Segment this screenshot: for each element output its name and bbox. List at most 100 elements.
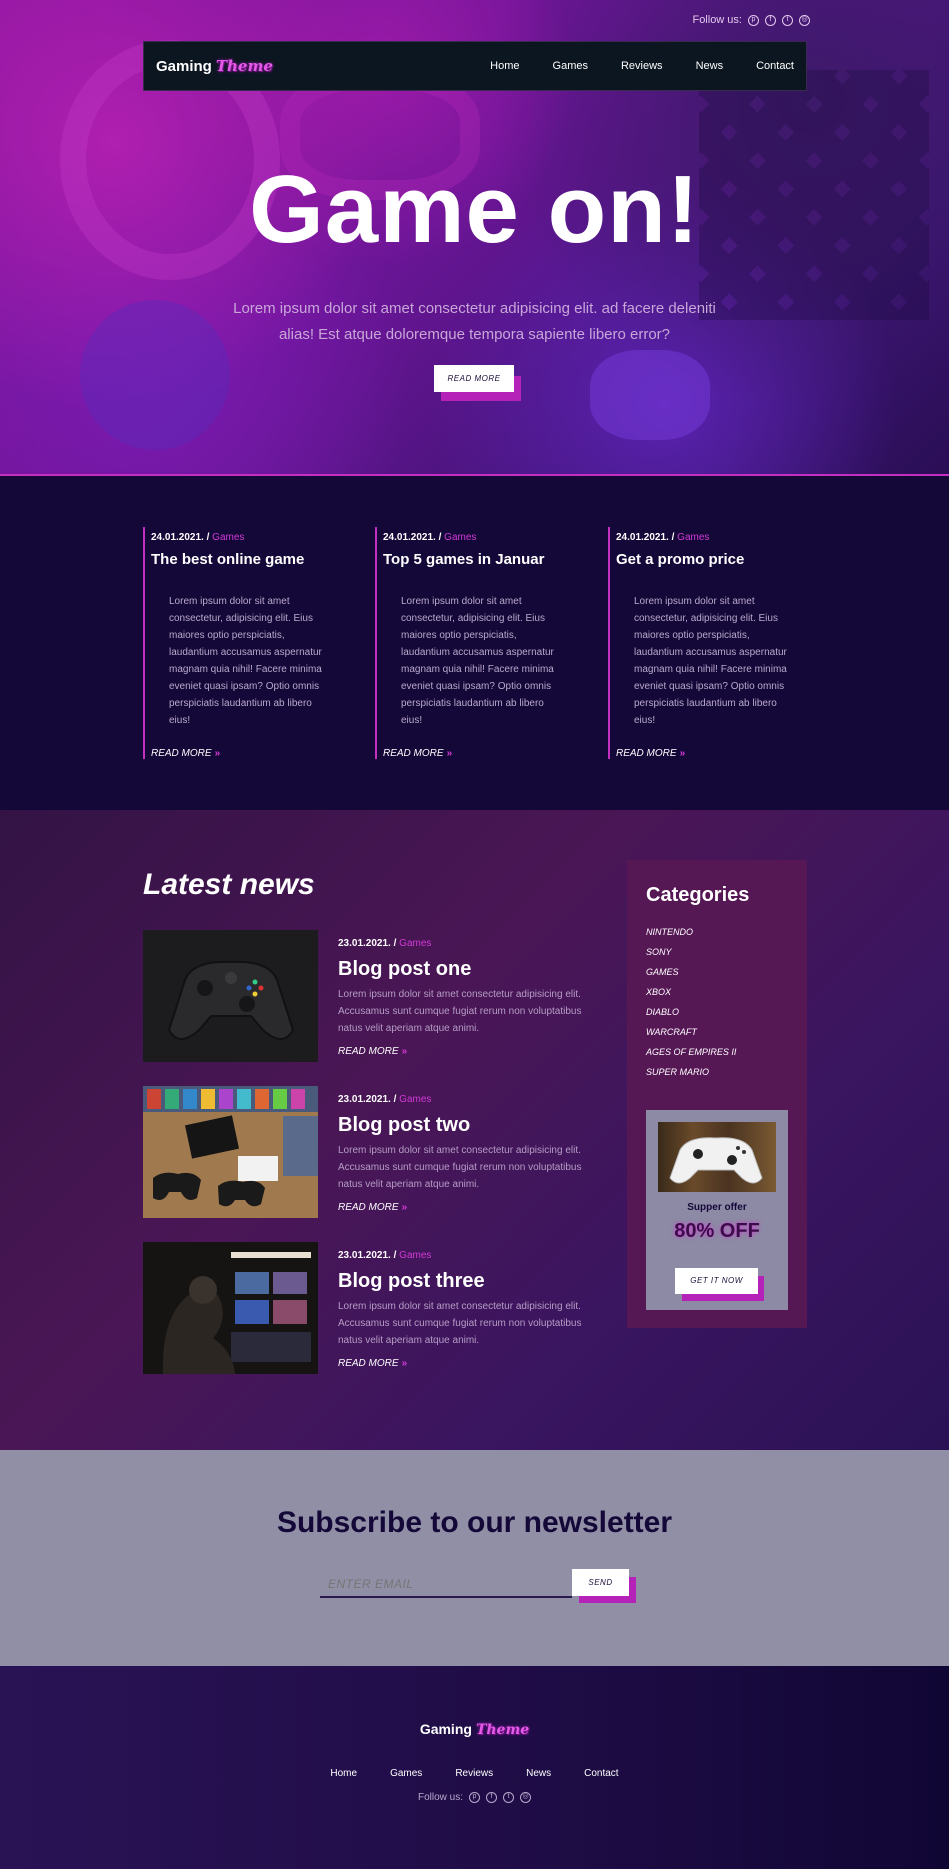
card-meta: 24.01.2021. / Games [151,532,333,543]
footer-logo[interactable]: Gaming Theme [0,1721,949,1738]
logo-word: Gaming [156,58,212,75]
feature-card: 24.01.2021. / Games Get a promo price Lo… [608,527,798,759]
post-category-link[interactable]: Games [399,938,431,949]
email-input[interactable] [320,1571,572,1598]
post-read-more-link[interactable]: READ MORE» [338,1202,407,1213]
categories-title: Categories [646,884,750,906]
send-button[interactable]: SEND [572,1569,629,1596]
footer-nav-games[interactable]: Games [390,1768,422,1779]
card-read-more-link[interactable]: READ MORE» [616,748,685,759]
hero-read-more-button[interactable]: READ MORE [434,365,514,392]
post-body: 23.01.2021. / Games Blog post one Lorem … [338,938,588,1037]
categories-list: NINTENDO SONY GAMES XBOX DIABLO WARCRAFT… [646,922,736,1082]
post-category-link[interactable]: Games [399,1094,431,1105]
feature-card: 24.01.2021. / Games Top 5 games in Janua… [375,527,565,759]
card-text: Lorem ipsum dolor sit amet consectetur, … [169,596,322,726]
footer-nav: Home Games Reviews News Contact [0,1768,949,1779]
read-more-label: READ MORE [338,1202,399,1213]
category-link[interactable]: DIABLO [646,1002,736,1022]
read-more-label: READ MORE [151,748,212,759]
facebook-icon[interactable]: f [486,1792,497,1803]
card-date: 24.01.2021. / [383,532,442,543]
vr-headset-decoration [590,350,710,440]
read-more-label: READ MORE [616,748,677,759]
post-title[interactable]: Blog post one [338,958,588,981]
nav-reviews[interactable]: Reviews [621,60,663,72]
footer-nav-home[interactable]: Home [330,1768,357,1779]
follow-label: Follow us: [692,14,742,26]
post-read-more-link[interactable]: READ MORE» [338,1358,407,1369]
twitter-icon[interactable]: t [503,1792,514,1803]
hero-title: Game on! [249,156,700,263]
post-excerpt: Lorem ipsum dolor sit amet consectetur a… [338,989,582,1034]
card-title: The best online game [151,551,305,568]
nav-home[interactable]: Home [490,60,519,72]
post-thumbnail-controller[interactable] [143,930,318,1062]
category-link[interactable]: GAMES [646,962,736,982]
card-title: Get a promo price [616,551,745,568]
footer-nav-contact[interactable]: Contact [584,1768,618,1779]
nav-games[interactable]: Games [553,60,588,72]
follow-label: Follow us: [417,1792,463,1803]
blog-post: 23.01.2021. / Games Blog post three Lore… [143,1242,583,1374]
gamepad-decoration [80,300,230,450]
blog-post: 23.01.2021. / Games Blog post one Lorem … [143,930,583,1062]
card-read-more-link[interactable]: READ MORE» [383,748,452,759]
category-link[interactable]: WARCRAFT [646,1022,736,1042]
post-read-more-link[interactable]: READ MORE» [338,1046,407,1057]
category-link[interactable]: XBOX [646,982,736,1002]
site-footer: Gaming Theme Home Games Reviews News Cont… [0,1666,949,1869]
chevrons-right-icon: » [679,748,686,759]
pinterest-icon[interactable]: p [469,1792,480,1803]
category-link[interactable]: SUPER MARIO [646,1062,736,1082]
post-meta: 23.01.2021. / Games [338,938,588,949]
logo-accent: Theme [475,1722,530,1738]
newsletter-section: Subscribe to our newsletter SEND [0,1450,949,1666]
latest-news-section: Latest news 23.01.2021. / Games Blog pos… [0,810,949,1450]
footer-nav-reviews[interactable]: Reviews [455,1768,493,1779]
main-navbar: Gaming Theme Home Games Reviews News Cont… [143,41,807,91]
nav-contact[interactable]: Contact [756,60,794,72]
dribbble-icon[interactable]: ◎ [520,1792,531,1803]
card-category-link[interactable]: Games [677,532,709,543]
category-link[interactable]: SONY [646,942,736,962]
offer-discount: 80% OFF [674,1220,760,1242]
logo-word: Gaming [419,1721,472,1737]
twitter-icon[interactable]: t [782,14,793,26]
category-link[interactable]: NINTENDO [646,922,736,942]
chevrons-right-icon: » [401,1046,408,1057]
card-date: 24.01.2021. / [151,532,210,543]
nav-news[interactable]: News [696,60,724,72]
post-excerpt: Lorem ipsum dolor sit amet consectetur a… [338,1145,582,1190]
post-date: 23.01.2021. / [338,1094,397,1105]
post-date: 23.01.2021. / [338,938,397,949]
nav-menu: Home Games Reviews News Contact [490,60,794,72]
card-category-link[interactable]: Games [444,532,476,543]
site-logo[interactable]: Gaming Theme [156,57,273,75]
social-links: p f t ◎ [748,14,810,26]
post-body: 23.01.2021. / Games Blog post three Lore… [338,1250,588,1349]
footer-nav-news[interactable]: News [526,1768,551,1779]
post-date: 23.01.2021. / [338,1250,397,1261]
card-read-more-link[interactable]: READ MORE» [151,748,220,759]
read-more-label: READ MORE [383,748,444,759]
post-title[interactable]: Blog post two [338,1114,588,1137]
card-meta: 24.01.2021. / Games [383,532,565,543]
follow-us-footer: Follow us: p f t ◎ [0,1792,949,1803]
post-meta: 23.01.2021. / Games [338,1250,588,1261]
featured-cards-section: 24.01.2021. / Games The best online game… [0,476,949,810]
category-link[interactable]: AGES OF EMPIRES II [646,1042,736,1062]
facebook-icon[interactable]: f [765,14,776,26]
post-thumbnail-consoles[interactable] [143,1086,318,1218]
pinterest-icon[interactable]: p [748,14,759,26]
get-it-now-button[interactable]: GET IT NOW [675,1268,758,1294]
post-thumbnail-gamer[interactable] [143,1242,318,1374]
dribbble-icon[interactable]: ◎ [799,14,810,26]
post-category-link[interactable]: Games [399,1250,431,1261]
post-title[interactable]: Blog post three [338,1270,588,1293]
card-category-link[interactable]: Games [212,532,244,543]
card-date: 24.01.2021. / [616,532,675,543]
read-more-label: READ MORE [338,1046,399,1057]
hero-section: Follow us: p f t ◎ Gaming Theme Home Game… [0,0,949,476]
logo-accent: Theme [215,57,273,75]
